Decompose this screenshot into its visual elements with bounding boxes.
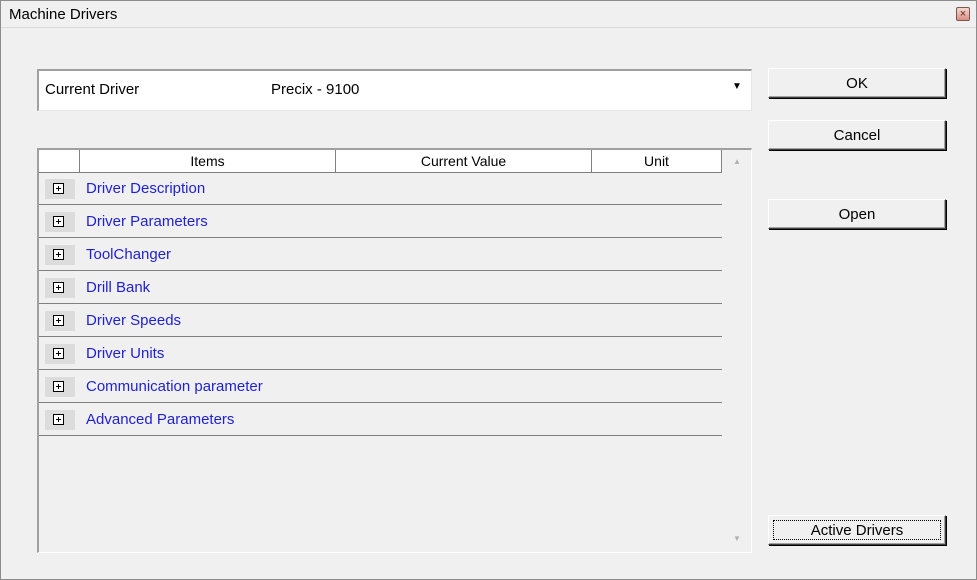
- open-button[interactable]: Open: [768, 199, 946, 229]
- row-label[interactable]: Driver Parameters: [86, 213, 208, 230]
- grid-row-communication-parameter[interactable]: Communication parameter: [39, 371, 722, 403]
- expander[interactable]: [45, 179, 75, 199]
- plus-box-icon[interactable]: [53, 216, 64, 227]
- current-driver-combobox[interactable]: [37, 69, 752, 111]
- plus-box-icon[interactable]: [53, 414, 64, 425]
- plus-box-icon[interactable]: [53, 183, 64, 194]
- plus-box-icon[interactable]: [53, 348, 64, 359]
- expander[interactable]: [45, 344, 75, 364]
- close-icon[interactable]: ×: [956, 7, 970, 21]
- grid-row-toolchanger[interactable]: ToolChanger: [39, 239, 722, 271]
- plus-box-icon[interactable]: [53, 315, 64, 326]
- plus-box-icon[interactable]: [53, 381, 64, 392]
- grid-row-driver-description[interactable]: Driver Description: [39, 173, 722, 205]
- cancel-button[interactable]: Cancel: [768, 120, 946, 150]
- expander[interactable]: [45, 278, 75, 298]
- row-label[interactable]: Driver Description: [86, 180, 205, 197]
- header-current-value[interactable]: Current Value: [336, 150, 592, 172]
- current-driver-value[interactable]: Precix - 9100: [271, 81, 359, 98]
- vertical-scrollbar[interactable]: ▲ ▼: [722, 150, 751, 552]
- row-label[interactable]: Driver Units: [86, 345, 164, 362]
- grid-row-drill-bank[interactable]: Drill Bank: [39, 272, 722, 304]
- expander[interactable]: [45, 245, 75, 265]
- active-drivers-label: Active Drivers: [773, 520, 941, 540]
- plus-box-icon[interactable]: [53, 282, 64, 293]
- window-title: Machine Drivers: [9, 6, 118, 23]
- scroll-down-icon[interactable]: ▼: [722, 529, 751, 549]
- row-label[interactable]: ToolChanger: [86, 246, 171, 263]
- active-drivers-button[interactable]: Active Drivers: [768, 515, 946, 545]
- header-unit[interactable]: Unit: [592, 150, 722, 172]
- grid-row-driver-units[interactable]: Driver Units: [39, 338, 722, 370]
- ok-button[interactable]: OK: [768, 68, 946, 98]
- grid-row-advanced-parameters[interactable]: Advanced Parameters: [39, 404, 722, 436]
- title-bar: Machine Drivers ×: [1, 1, 976, 28]
- scroll-up-icon[interactable]: ▲: [722, 152, 751, 172]
- row-label[interactable]: Advanced Parameters: [86, 411, 234, 428]
- expander[interactable]: [45, 410, 75, 430]
- dropdown-arrow-icon[interactable]: ▼: [732, 81, 742, 92]
- driver-items-grid: Items Current Value Unit Driver Descript…: [37, 148, 752, 553]
- expander[interactable]: [45, 311, 75, 331]
- grid-row-driver-speeds[interactable]: Driver Speeds: [39, 305, 722, 337]
- row-label[interactable]: Driver Speeds: [86, 312, 181, 329]
- row-label[interactable]: Drill Bank: [86, 279, 150, 296]
- machine-drivers-window: Machine Drivers × Current Driver Precix …: [0, 0, 977, 580]
- grid-header: Items Current Value Unit: [39, 150, 722, 173]
- expander[interactable]: [45, 212, 75, 232]
- row-label[interactable]: Communication parameter: [86, 378, 263, 395]
- header-expander-column: [39, 150, 80, 172]
- expander[interactable]: [45, 377, 75, 397]
- current-driver-label: Current Driver: [45, 81, 140, 98]
- plus-box-icon[interactable]: [53, 249, 64, 260]
- header-items[interactable]: Items: [80, 150, 336, 172]
- grid-row-driver-parameters[interactable]: Driver Parameters: [39, 206, 722, 238]
